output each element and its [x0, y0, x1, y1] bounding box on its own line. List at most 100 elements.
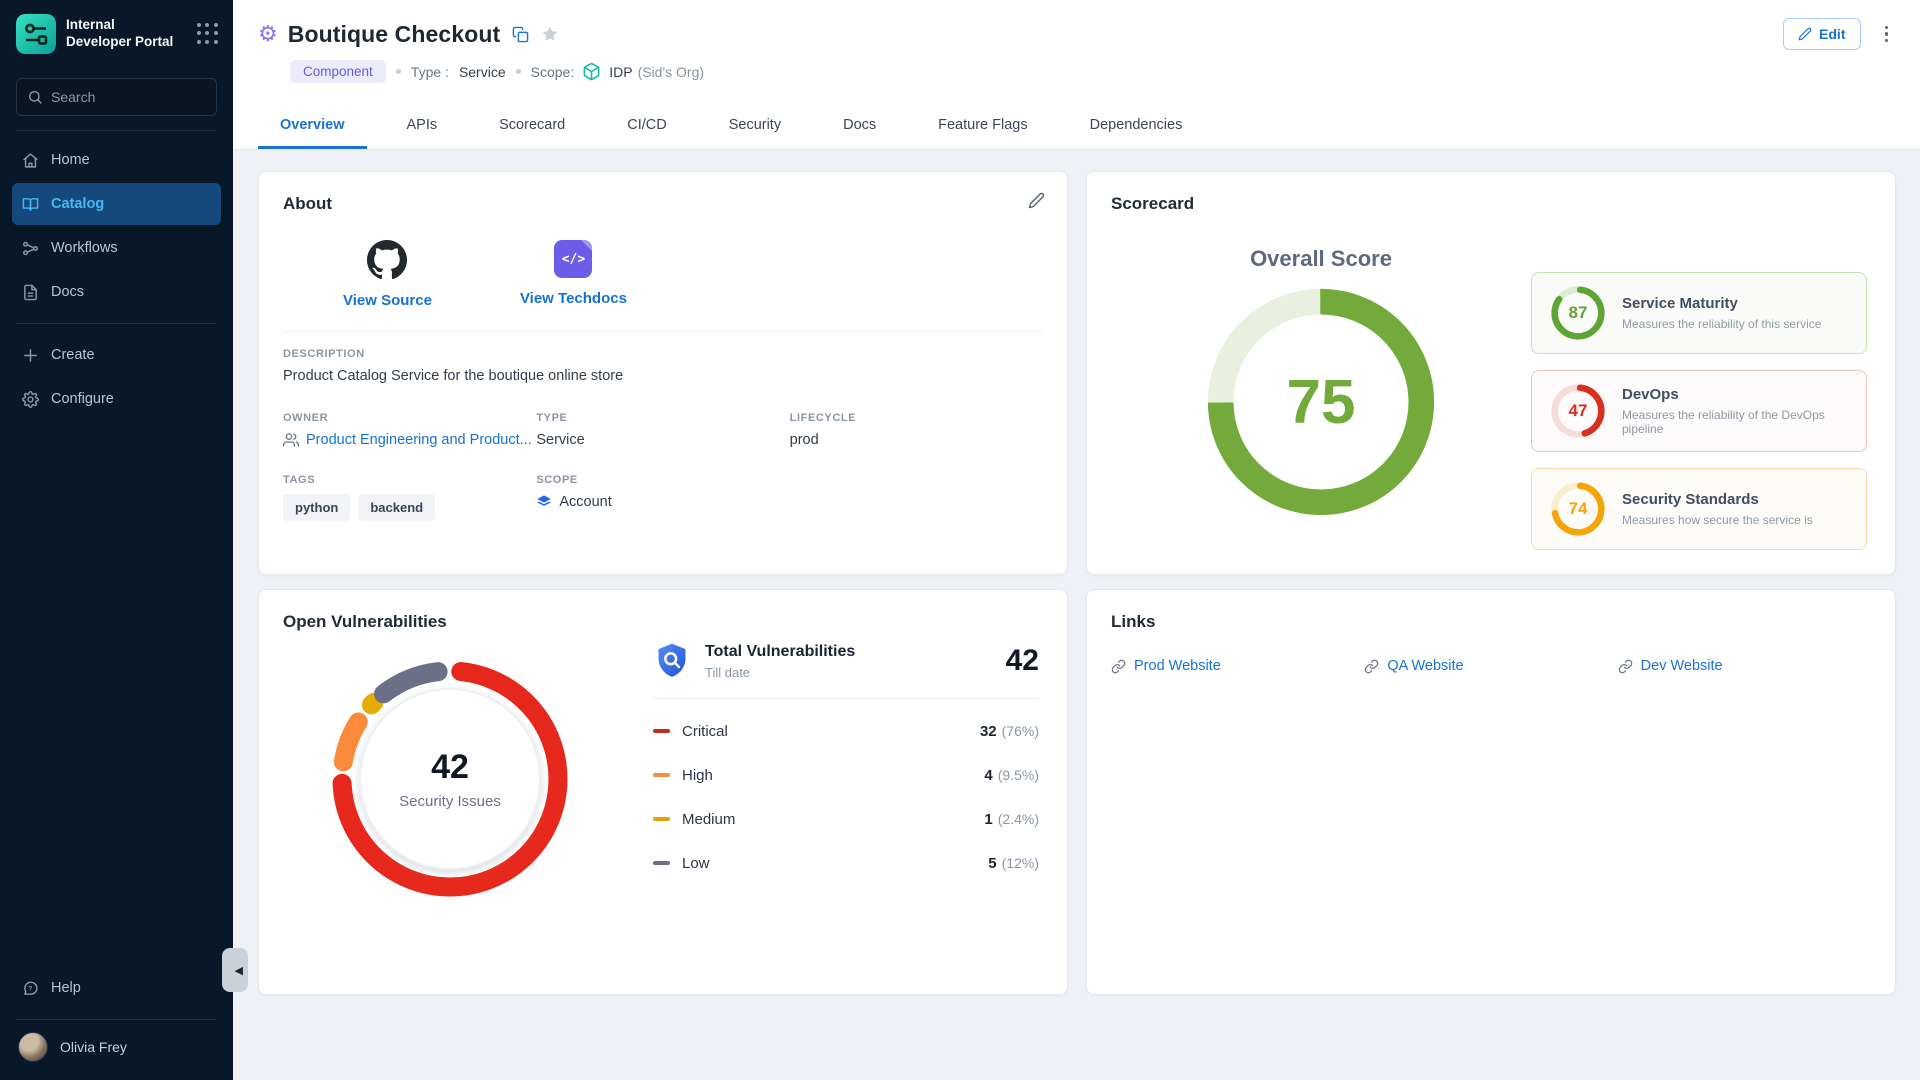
cube-icon [582, 62, 601, 81]
dot-separator [396, 69, 401, 74]
sidebar-item-create[interactable]: Create [12, 334, 221, 376]
search-input[interactable] [51, 89, 206, 105]
link-label: Dev Website [1641, 658, 1723, 674]
score-value: 47 [1550, 383, 1606, 439]
severity-pct: (12%) [1002, 855, 1039, 871]
owner-link[interactable]: Product Engineering and Product... [283, 432, 536, 448]
sidebar-collapse-handle[interactable]: ◀ [222, 948, 248, 992]
dot-separator [516, 69, 521, 74]
severity-pct: (9.5%) [998, 767, 1039, 783]
link-label: QA Website [1387, 658, 1463, 674]
tab-feature-flags[interactable]: Feature Flags [916, 105, 1049, 149]
file-icon [22, 284, 39, 301]
page-title: Boutique Checkout [288, 21, 501, 48]
links-title: Links [1111, 612, 1871, 632]
search-icon [27, 89, 43, 105]
layers-icon [536, 494, 552, 510]
type-field-value: Service [536, 432, 789, 448]
score-title: Security Standards [1622, 491, 1813, 508]
view-techdocs-link[interactable]: </> View Techdocs [520, 240, 627, 309]
app-logo-row: Internal Developer Portal [0, 0, 233, 66]
about-edit-icon[interactable] [1028, 192, 1045, 214]
overall-score-value: 75 [1203, 284, 1439, 520]
tab-dependencies[interactable]: Dependencies [1068, 105, 1205, 149]
tag-chip[interactable]: python [283, 494, 350, 521]
about-divider [283, 331, 1043, 332]
severity-row-low: Low 5 (12%) [653, 841, 1039, 885]
github-icon [367, 240, 407, 280]
view-techdocs-label: View Techdocs [520, 290, 627, 307]
vulnerabilities-donut: 42 Security Issues [325, 654, 575, 904]
score-desc: Measures the reliability of the DevOps p… [1622, 408, 1848, 436]
score-value: 87 [1550, 285, 1606, 341]
sidebar-item-docs[interactable]: Docs [12, 271, 221, 313]
score-ring: 47 [1550, 383, 1606, 439]
scorecard-item-service-maturity[interactable]: 87 Service Maturity Measures the reliabi… [1531, 272, 1867, 354]
description-label: DESCRIPTION [283, 348, 1043, 360]
copy-icon[interactable] [512, 26, 529, 43]
link-icon [1111, 659, 1126, 674]
sidebar-item-help[interactable]: ? Help [0, 967, 233, 1009]
tab-scorecard[interactable]: Scorecard [477, 105, 587, 149]
workflow-icon [22, 240, 39, 257]
severity-dash [653, 861, 670, 866]
severity-row-medium: Medium 1 (2.4%) [653, 797, 1039, 841]
tab-docs[interactable]: Docs [821, 105, 898, 149]
links-card: Links Prod Website QA Website [1086, 589, 1896, 995]
severity-dash [653, 729, 670, 734]
sidebar-item-workflows[interactable]: Workflows [12, 227, 221, 269]
severity-row-high: High 4 (9.5%) [653, 753, 1039, 797]
view-source-label: View Source [343, 292, 432, 309]
scorecard-item-devops[interactable]: 47 DevOps Measures the reliability of th… [1531, 370, 1867, 452]
severity-dash [653, 817, 670, 822]
sidebar-item-configure[interactable]: Configure [12, 378, 221, 420]
link-dev-website[interactable]: Dev Website [1618, 658, 1871, 674]
score-desc: Measures how secure the service is [1622, 513, 1813, 527]
pencil-icon [1798, 27, 1812, 41]
edit-label: Edit [1819, 26, 1845, 42]
more-options-icon[interactable] [1877, 22, 1897, 47]
users-icon [283, 432, 299, 448]
kind-badge: Component [290, 60, 386, 83]
entity-gear-icon: ⚙ [258, 23, 278, 45]
link-qa-website[interactable]: QA Website [1364, 658, 1617, 674]
user-menu[interactable]: Olivia Frey [0, 1020, 233, 1080]
link-prod-website[interactable]: Prod Website [1111, 658, 1364, 674]
tab-apis[interactable]: APIs [385, 105, 460, 149]
link-icon [1364, 659, 1379, 674]
scorecard-item-security-standards[interactable]: 74 Security Standards Measures how secur… [1531, 468, 1867, 550]
severity-count: 4 [984, 767, 992, 784]
view-source-link[interactable]: View Source [343, 240, 432, 309]
severity-pct: (76%) [1002, 723, 1039, 739]
tab-cicd[interactable]: CI/CD [605, 105, 688, 149]
description-value: Product Catalog Service for the boutique… [283, 368, 1043, 384]
edit-button[interactable]: Edit [1783, 18, 1860, 50]
sidebar-item-catalog[interactable]: Catalog [12, 183, 221, 225]
sidebar-search[interactable] [16, 78, 217, 116]
sidebar-item-home[interactable]: Home [12, 139, 221, 181]
entity-meta: Component Type : Service Scope: IDP (Sid… [233, 50, 1920, 97]
severity-count: 32 [980, 723, 997, 740]
tag-chip[interactable]: backend [358, 494, 435, 521]
type-value: Service [459, 64, 506, 80]
shield-scan-icon [653, 642, 691, 680]
tab-overview[interactable]: Overview [258, 105, 367, 149]
severity-row-critical: Critical 32 (76%) [653, 709, 1039, 753]
techdocs-icon: </> [554, 240, 592, 278]
severity-count: 1 [984, 811, 992, 828]
tab-bar: Overview APIs Scorecard CI/CD Security D… [233, 97, 1920, 150]
user-name: Olivia Frey [60, 1039, 127, 1055]
total-vulnerabilities-value: 42 [1006, 644, 1039, 678]
link-label: Prod Website [1134, 658, 1221, 674]
scope-label: Scope: [531, 64, 575, 80]
sidebar-nav: Home Catalog Workflows Docs [0, 131, 233, 422]
vulnerabilities-title: Open Vulnerabilities [283, 612, 1043, 632]
score-title: DevOps [1622, 386, 1848, 403]
scope-value: IDP [609, 64, 632, 80]
app-switcher-icon[interactable] [197, 23, 219, 45]
scope-field-label: SCOPE [536, 474, 789, 486]
tab-security[interactable]: Security [707, 105, 803, 149]
severity-label: Low [682, 855, 988, 872]
about-card: About View Source </> View Techdoc [258, 171, 1068, 575]
star-icon[interactable] [541, 25, 559, 43]
